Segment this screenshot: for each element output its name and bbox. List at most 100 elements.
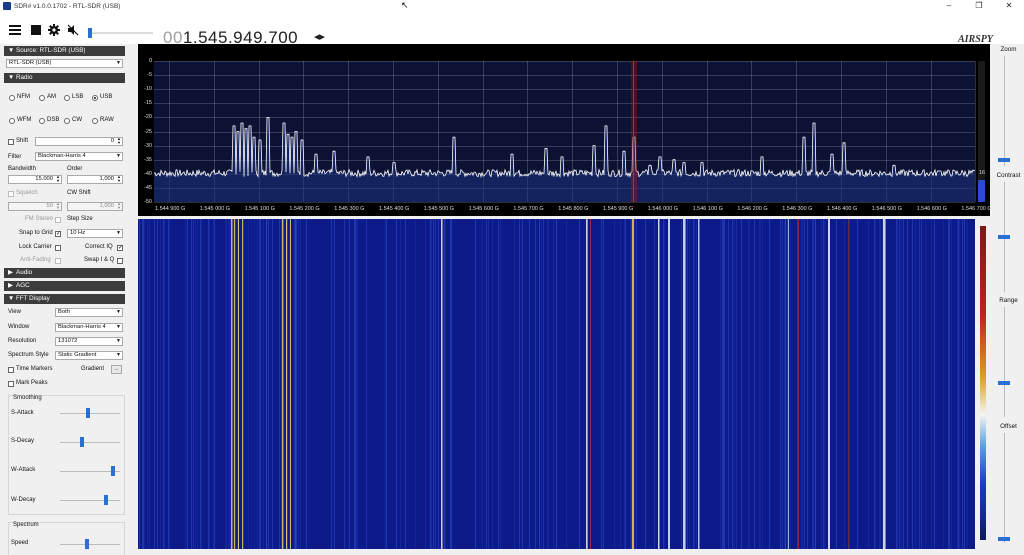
waterfall-noise-line [169,219,170,549]
mode-radio-dsb[interactable] [39,118,45,124]
shift-checkbox[interactable] [8,139,14,145]
squelch-checkbox[interactable] [8,191,14,197]
gradient-button[interactable]: ... [111,365,122,374]
chevron-down-icon: ▼ [116,153,121,159]
swap-iq-checkbox[interactable] [117,258,123,264]
spectrum-style-select[interactable]: Static Gradient ▼ [55,351,123,360]
squelch-input[interactable]: 50 ▲ ▼ [8,202,62,211]
spinner-icon[interactable]: ▲ ▼ [117,202,121,210]
s-decay-slider[interactable] [60,442,120,443]
shift-input[interactable]: 0 ▲ ▼ [35,137,123,146]
speed-slider[interactable] [60,544,120,545]
spinner-icon[interactable]: ▲ ▼ [117,137,121,145]
lock-carrier-checkbox[interactable] [55,245,61,251]
correct-iq-checkbox[interactable]: ✓ [117,245,123,251]
mode-radio-usb[interactable] [92,95,98,101]
resolution-select[interactable]: 131072 ▼ [55,337,123,346]
contrast-slider-knob[interactable] [998,235,1010,239]
speed-slider-knob[interactable] [85,539,89,549]
x-tick-label: 1.545 500 G [423,206,455,212]
mark-peaks-checkbox[interactable] [8,381,14,387]
s-attack-slider[interactable] [60,413,120,414]
waterfall-noise-line [874,219,875,549]
s-decay-slider-knob[interactable] [80,437,84,447]
waterfall-noise-line [631,219,632,549]
restore-icon[interactable]: ❐ [964,0,994,12]
time-markers-checkbox[interactable] [8,367,14,373]
offset-slider[interactable] [1004,433,1005,543]
zoom-slider-knob[interactable] [998,158,1010,162]
waterfall-noise-line [214,219,215,549]
source-section-header[interactable]: ▼ Source: RTL-SDR (USB) [4,46,125,56]
waterfall-noise-line [263,219,264,549]
s-attack-slider-knob[interactable] [86,408,90,418]
fm-stereo-checkbox[interactable] [55,217,61,223]
w-decay-slider-knob[interactable] [104,495,108,505]
x-tick-label: 1.545 600 G [468,206,499,212]
source-header-label: Source: RTL-SDR (USB) [16,47,86,54]
waterfall-signal-line [441,219,443,549]
filter-select[interactable]: Blackman-Harris 4 ▼ [35,152,123,161]
volume-slider-knob[interactable] [88,28,92,38]
mode-radio-cw[interactable] [64,118,70,124]
waterfall-display[interactable] [138,219,975,549]
frequency-step-arrows[interactable]: ◂▸ [314,30,325,43]
waterfall-signal-line [238,219,239,549]
source-device-select[interactable]: RTL-SDR (USB) ▼ [6,59,123,68]
audio-section-header[interactable]: ▶ Audio [4,268,125,278]
agc-section-header[interactable]: ▶ AGC [4,281,125,291]
waterfall-noise-line [357,219,358,549]
squelch-label: Squelch [16,190,38,196]
offset-label: Offset [1000,423,1017,430]
close-icon[interactable]: ✕ [994,0,1024,12]
waterfall-noise-line [879,219,880,549]
step-size-select[interactable]: 10 Hz ▼ [67,229,123,238]
waterfall-noise-line [553,219,554,549]
anti-fading-checkbox[interactable] [55,258,61,264]
window-select[interactable]: Blackman-Harris 4 ▼ [55,323,123,332]
snap-to-grid-checkbox[interactable]: ✓ [55,231,61,237]
spinner-icon[interactable]: ▲ ▼ [117,175,121,183]
waterfall-noise-line [836,219,837,549]
tuning-filter-band[interactable] [631,61,637,202]
spectrum-analyzer[interactable]: 16 0 -5 -10 -15 -20 -25 -30 -35 -40 -45 -50 1.544 9… [138,44,992,216]
range-slider-knob[interactable] [998,381,1010,385]
stop-icon[interactable] [30,24,42,36]
offset-slider-knob[interactable] [998,537,1010,541]
waterfall-noise-line [579,219,580,549]
fm-stereo-label: FM Stereo [25,216,54,222]
volume-slider[interactable] [88,28,153,38]
bandwidth-input[interactable]: 15.000 ▲ ▼ [8,175,62,184]
zoom-slider[interactable] [1004,56,1005,166]
radio-section-header[interactable]: ▼ Radio [4,73,125,83]
tuning-marker[interactable] [633,61,634,202]
waterfall-noise-line [548,219,549,549]
w-attack-slider-knob[interactable] [111,466,115,476]
mode-radio-nfm[interactable] [9,95,15,101]
minimize-icon[interactable]: – [934,0,964,12]
correct-iq-label: Correct IQ [85,244,113,250]
w-decay-slider[interactable] [60,500,120,501]
y-tick-label: -15 [144,100,152,107]
fft-header-label: FFT Display [16,295,50,302]
view-select[interactable]: Both ▼ [55,308,123,317]
mode-radio-lsb[interactable] [64,95,70,101]
menu-icon[interactable] [9,24,21,36]
waterfall-noise-line [769,219,770,549]
mode-radio-am[interactable] [39,95,45,101]
spectrum-plot[interactable] [154,61,977,203]
gear-icon[interactable] [48,24,60,36]
waterfall-noise-line [149,219,150,549]
mode-radio-wfm[interactable] [9,118,15,124]
waterfall-noise-line [748,219,749,549]
fft-section-header[interactable]: ▼ FFT Display [4,294,125,304]
mute-icon[interactable] [67,24,79,36]
mode-radio-raw[interactable] [92,118,98,124]
range-slider[interactable] [1004,307,1005,417]
cw-shift-input[interactable]: 1,000 ▲ ▼ [67,202,123,211]
spinner-icon[interactable]: ▲ ▼ [56,202,60,210]
spinner-icon[interactable]: ▲ ▼ [56,175,60,183]
order-input[interactable]: 1,000 ▲ ▼ [67,175,123,184]
waterfall-noise-line [354,219,355,549]
waterfall-noise-line [260,219,261,549]
